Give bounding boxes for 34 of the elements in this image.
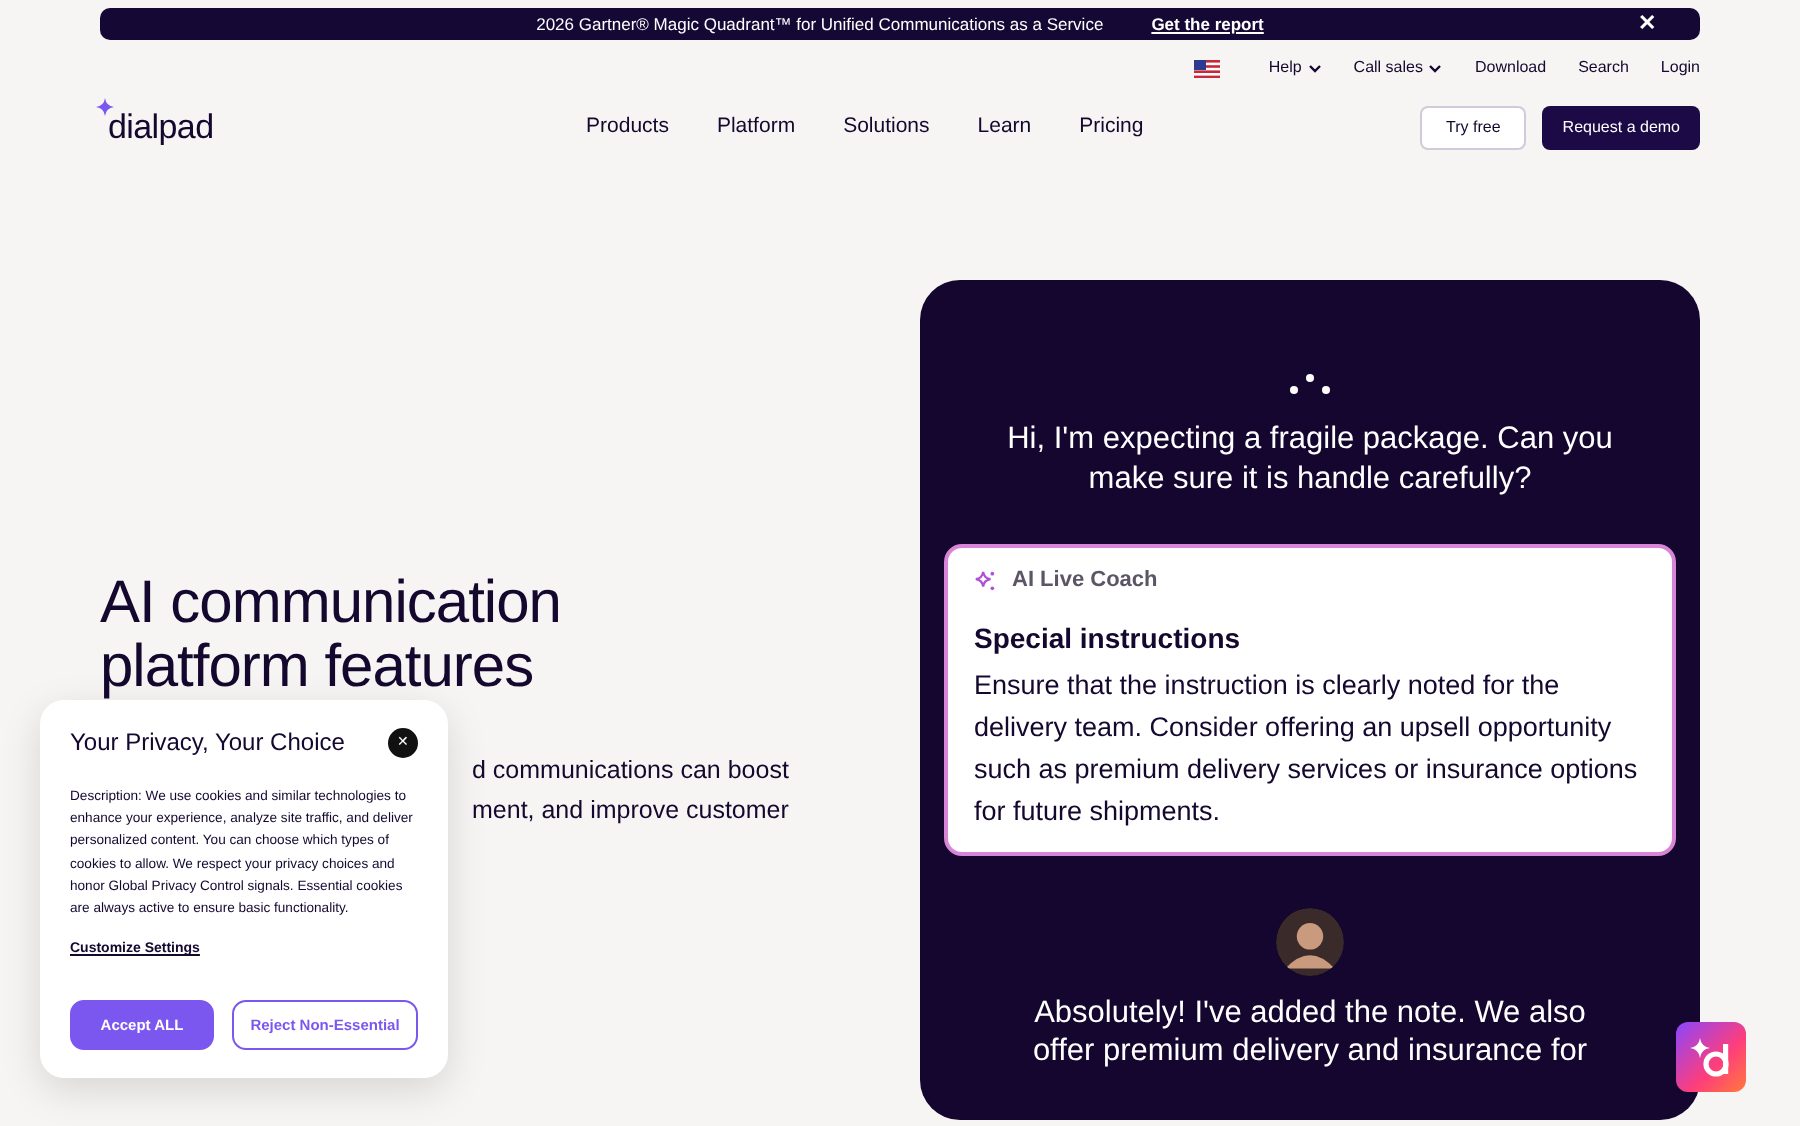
utility-link[interactable]: Search [1578,56,1629,80]
nav-link[interactable]: Solutions [843,112,930,144]
demo-button[interactable]: Request a demo [1542,106,1700,150]
sparkle-icon [96,98,114,117]
hero-title: AI communication platform features [100,572,561,700]
typing-dots-icon [1286,371,1334,396]
nav-link[interactable]: Products [586,112,669,144]
utility-link[interactable]: Login [1660,56,1700,80]
nav-link[interactable]: Platform [716,112,796,144]
customer-message: Hi, I'm expecting a fragile package. Can you make sure it is handle carefully? [1005,420,1615,500]
report-link[interactable]: Get the report [1151,11,1264,37]
agent-message: offer premium delivery and insurance for [1032,1031,1588,1069]
sparkle-icon [974,569,996,592]
utility-link[interactable]: Help [1268,56,1322,80]
utility-link[interactable]: Call sales [1353,56,1443,80]
avatar [1276,907,1344,975]
banner-text: 2026 Gartner® Magic Quadrant™ for Unified Communications as a Service [536,11,1104,37]
close-button[interactable]: ✕ [1638,8,1656,40]
utility-link[interactable]: Download [1474,56,1547,80]
hero-text: ment, and improve customer [472,793,789,828]
nav-link[interactable]: Pricing [1079,112,1144,144]
try-button[interactable]: Try free [1420,106,1527,150]
chat-launcher-icon[interactable] [1676,1022,1746,1092]
nav-link[interactable]: Learn [977,112,1032,144]
dialog-title: Your Privacy, Your Choice [70,728,345,758]
coach-heading: Special instructions [974,619,1243,658]
hero-text: d communications can boost [472,754,789,788]
chevron-down-icon [1428,63,1443,73]
chevron-down-icon [1307,63,1322,73]
agent-message: Absolutely! I've added the note. We also [1034,993,1586,1031]
coach-text: Ensure that the instruction is clearly noted for the delivery team. Consider offering an upsell opportunity such as premium delivery services or insurance options for future shipments. [974,667,1640,830]
coach-label: AI Live Coach [1012,566,1158,596]
logo[interactable]: dialpad [100,102,214,154]
us-flag-icon[interactable] [1194,59,1221,77]
